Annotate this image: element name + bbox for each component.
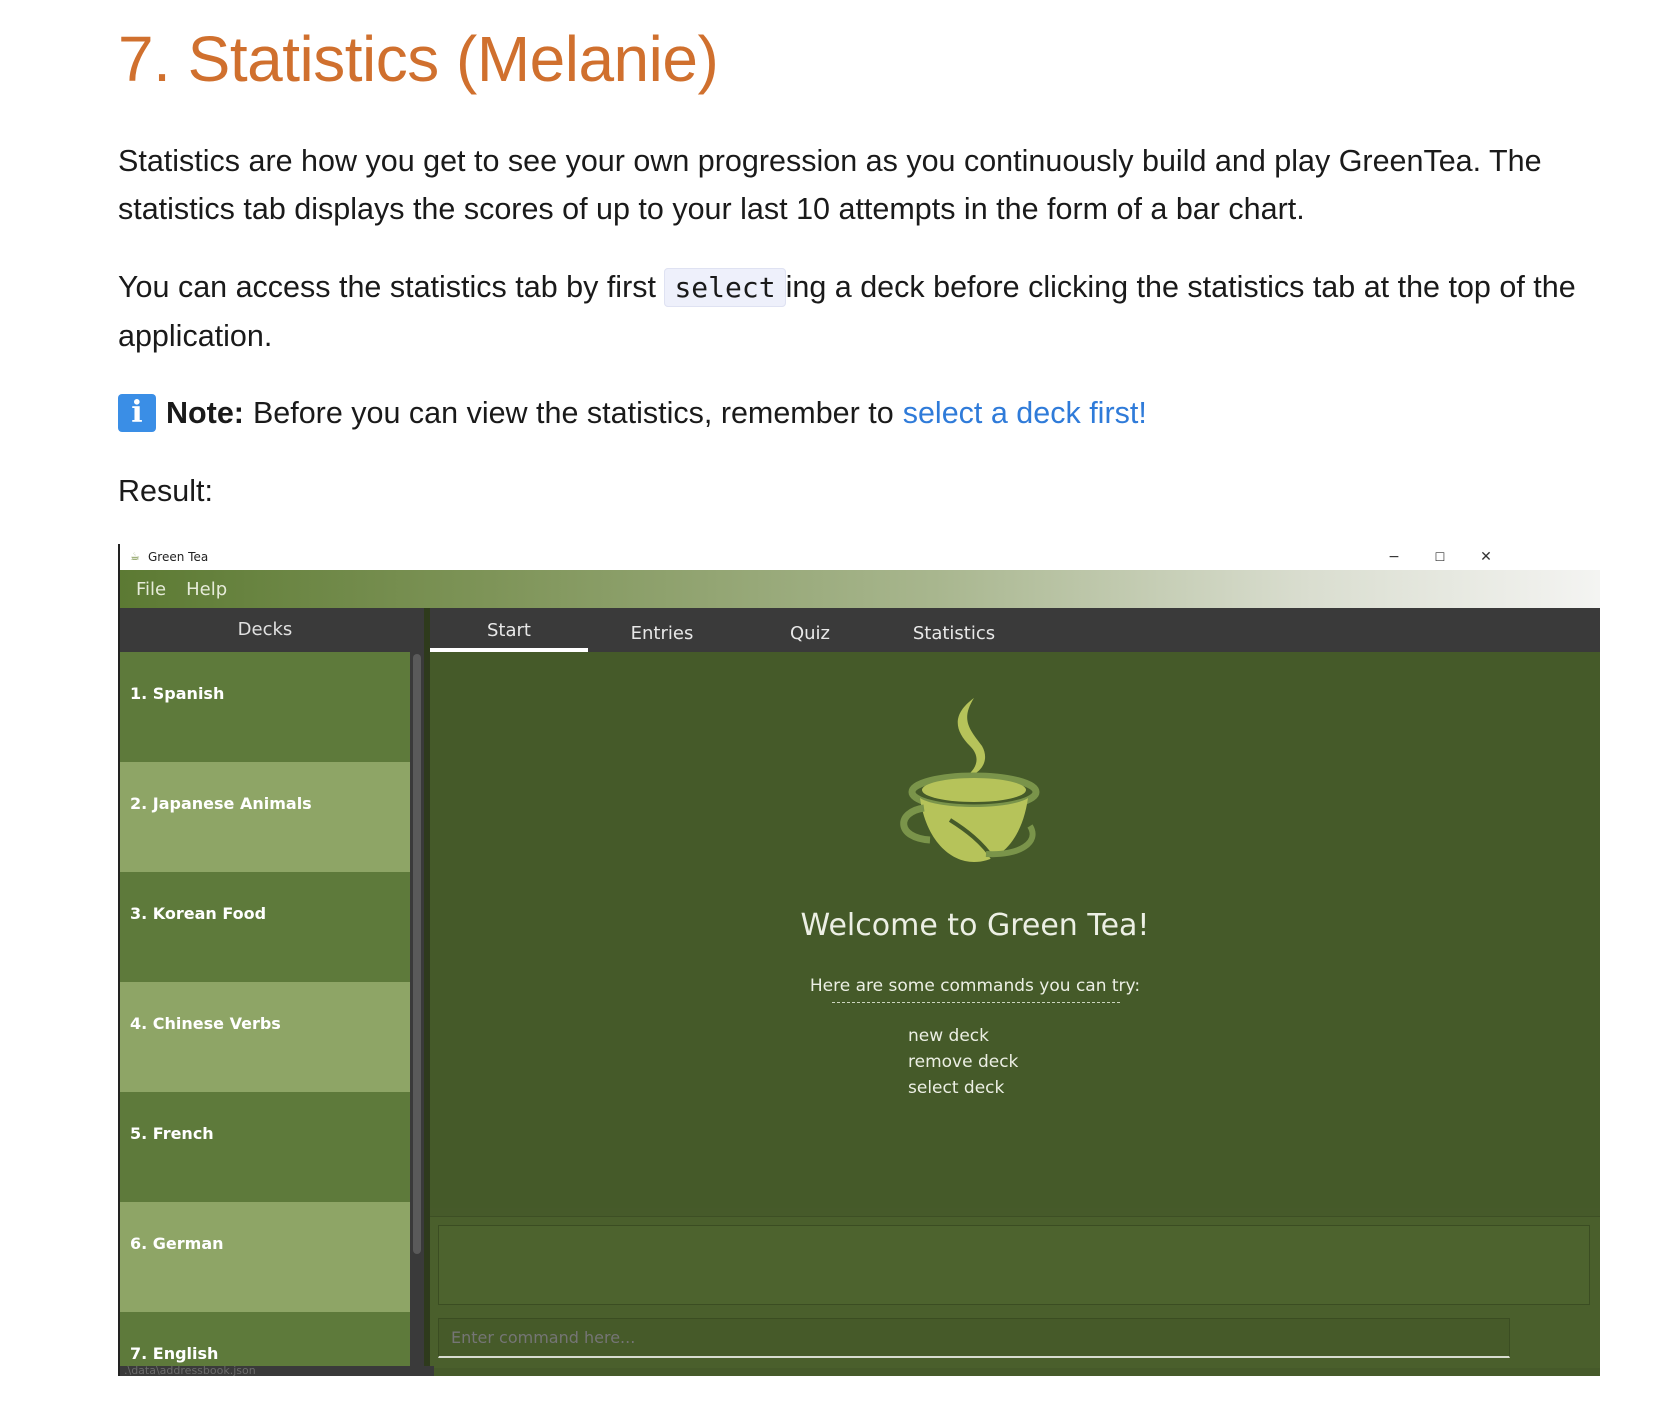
tab-quiz[interactable]: Quiz	[750, 608, 870, 652]
menu-help[interactable]: Help	[186, 579, 227, 600]
page-title: 7. Statistics (Melanie)	[118, 23, 719, 95]
menu-file[interactable]: File	[136, 579, 166, 600]
menu-bar: File Help	[120, 570, 1600, 608]
welcome-title: Welcome to Green Tea!	[800, 908, 1150, 943]
start-panel: Welcome to Green Tea! Here are some comm…	[430, 652, 1600, 1208]
command-hint: remove deck	[908, 1052, 1019, 1072]
deck-item[interactable]: 4. Chinese Verbs	[120, 982, 410, 1092]
close-button[interactable]: ✕	[1462, 544, 1510, 570]
tab-entries[interactable]: Entries	[602, 608, 722, 652]
dashed-separator	[832, 1002, 1120, 1003]
welcome-subtitle: Here are some commands you can try:	[809, 976, 1141, 996]
deck-item[interactable]: 6. German	[120, 1202, 410, 1312]
deck-list: 1. Spanish 2. Japanese Animals 3. Korean…	[120, 652, 410, 1366]
deck-item[interactable]: 3. Korean Food	[120, 872, 410, 982]
paragraph-intro: Statistics are how you get to see your o…	[118, 144, 1542, 226]
inline-code-select: select	[664, 268, 786, 307]
scrollbar-thumb[interactable]	[413, 654, 421, 1254]
green-tea-logo	[900, 698, 1040, 862]
tab-start-label: Start	[487, 620, 531, 641]
deck-item[interactable]: 7. English	[120, 1312, 410, 1366]
paragraph-access-before: You can access the statistics tab by fir…	[118, 270, 665, 304]
green-tea-app-icon: ☕	[130, 550, 140, 563]
info-icon: i	[118, 394, 156, 432]
window-title: Green Tea	[148, 550, 209, 564]
command-hint: new deck	[908, 1026, 989, 1046]
maximize-button[interactable]: ☐	[1416, 544, 1464, 570]
note-label: Note:	[166, 396, 244, 430]
tab-start[interactable]: Start	[430, 608, 588, 652]
app-screenshot: ☕ Green Tea − ☐ ✕ File Help Decks 1. Spa…	[118, 544, 1600, 1376]
minimize-button[interactable]: −	[1370, 544, 1418, 570]
paragraph-access: You can access the statistics tab by fir…	[118, 263, 1608, 360]
command-hint: select deck	[908, 1078, 1005, 1098]
result-label: Result:	[118, 474, 213, 508]
deck-item[interactable]: 2. Japanese Animals	[120, 762, 410, 872]
tab-bar: Start Entries Quiz Statistics	[430, 608, 1600, 652]
note-callout: i Note: Before you can view the statisti…	[118, 389, 1608, 437]
status-bar-path: .\data\addressbook.json	[120, 1366, 434, 1376]
note-text: Before you can view the statistics, reme…	[252, 396, 894, 430]
result-display	[430, 1216, 1600, 1311]
result-display-area[interactable]	[438, 1225, 1590, 1305]
command-box	[430, 1310, 1600, 1368]
deck-item[interactable]: 5. French	[120, 1092, 410, 1202]
sidebar-title: Decks	[237, 619, 293, 640]
deck-sidebar: Decks 1. Spanish 2. Japanese Animals 3. …	[120, 608, 410, 1366]
command-input[interactable]	[438, 1318, 1510, 1358]
deck-list-scrollbar[interactable]	[410, 608, 424, 1366]
tab-statistics[interactable]: Statistics	[890, 608, 1018, 652]
steam-icon	[957, 698, 986, 778]
select-deck-link[interactable]: select a deck first!	[903, 389, 1147, 437]
deck-item[interactable]: 1. Spanish	[120, 652, 410, 762]
window-titlebar: ☕ Green Tea − ☐ ✕	[120, 544, 1600, 570]
tea-surface	[922, 778, 1026, 802]
